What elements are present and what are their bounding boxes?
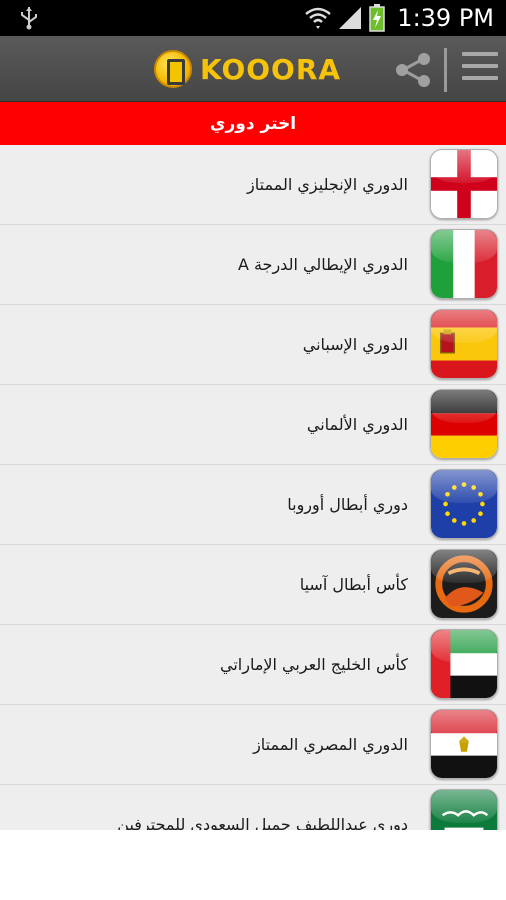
list-item[interactable]: دوري أبطال أوروبا [0, 465, 506, 545]
germany-flag-icon [430, 389, 498, 459]
battery-charging-icon [369, 4, 386, 32]
list-item[interactable]: الدوري الإسباني [0, 305, 506, 385]
app-logo-text: KOOORA [200, 52, 342, 86]
signal-icon [339, 7, 362, 29]
menu-icon[interactable] [462, 52, 498, 88]
app-bar: KOOORA [0, 36, 506, 102]
league-label: كأس أبطال آسيا [299, 574, 408, 594]
kooora-logo-icon [154, 50, 192, 88]
status-bar: 1:39 PM [0, 0, 506, 36]
list-item[interactable]: دوري عبداللطيف جميل السعودي للمحترفين [0, 785, 506, 830]
league-label: دوري أبطال أوروبا [287, 494, 408, 514]
list-item[interactable]: كأس أبطال آسيا [0, 545, 506, 625]
league-list[interactable]: الدوري الإنجليزي الممتاز الدوري الإيطالي… [0, 145, 506, 830]
status-time: 1:39 PM [397, 4, 494, 32]
league-label: كأس الخليج العربي الإماراتي [219, 654, 408, 674]
asia-champions-icon [430, 549, 498, 619]
list-item[interactable]: الدوري الإيطالي الدرجة A [0, 225, 506, 305]
app-logo[interactable]: KOOORA [154, 49, 341, 89]
list-item[interactable]: الدوري الإنجليزي الممتاز [0, 145, 506, 225]
league-label: الدوري الألماني [306, 414, 408, 434]
italy-flag-icon [430, 229, 498, 299]
list-item[interactable]: الدوري المصري الممتاز [0, 705, 506, 785]
bottom-blank-area [0, 830, 506, 900]
league-label: الدوري الإنجليزي الممتاز [247, 174, 408, 194]
usb-icon [21, 7, 37, 30]
saudi-flag-icon [430, 789, 498, 830]
spain-flag-icon [430, 309, 498, 379]
england-flag-icon [430, 149, 498, 219]
app-bar-divider [444, 48, 447, 92]
uae-flag-icon [430, 629, 498, 699]
league-label: الدوري الإسباني [302, 334, 408, 354]
list-item[interactable]: كأس الخليج العربي الإماراتي [0, 625, 506, 705]
section-header: اختر دوري [0, 102, 506, 145]
list-item[interactable]: الدوري الألماني [0, 385, 506, 465]
section-title: اختر دوري [209, 113, 297, 134]
share-icon[interactable] [394, 52, 432, 88]
egypt-flag-icon [430, 709, 498, 779]
league-label: الدوري الإيطالي الدرجة A [237, 254, 408, 274]
league-label: دوري عبداللطيف جميل السعودي للمحترفين [117, 814, 408, 831]
europe-flag-icon [430, 469, 498, 539]
wifi-icon [305, 7, 332, 29]
league-label: الدوري المصري الممتاز [253, 734, 408, 754]
